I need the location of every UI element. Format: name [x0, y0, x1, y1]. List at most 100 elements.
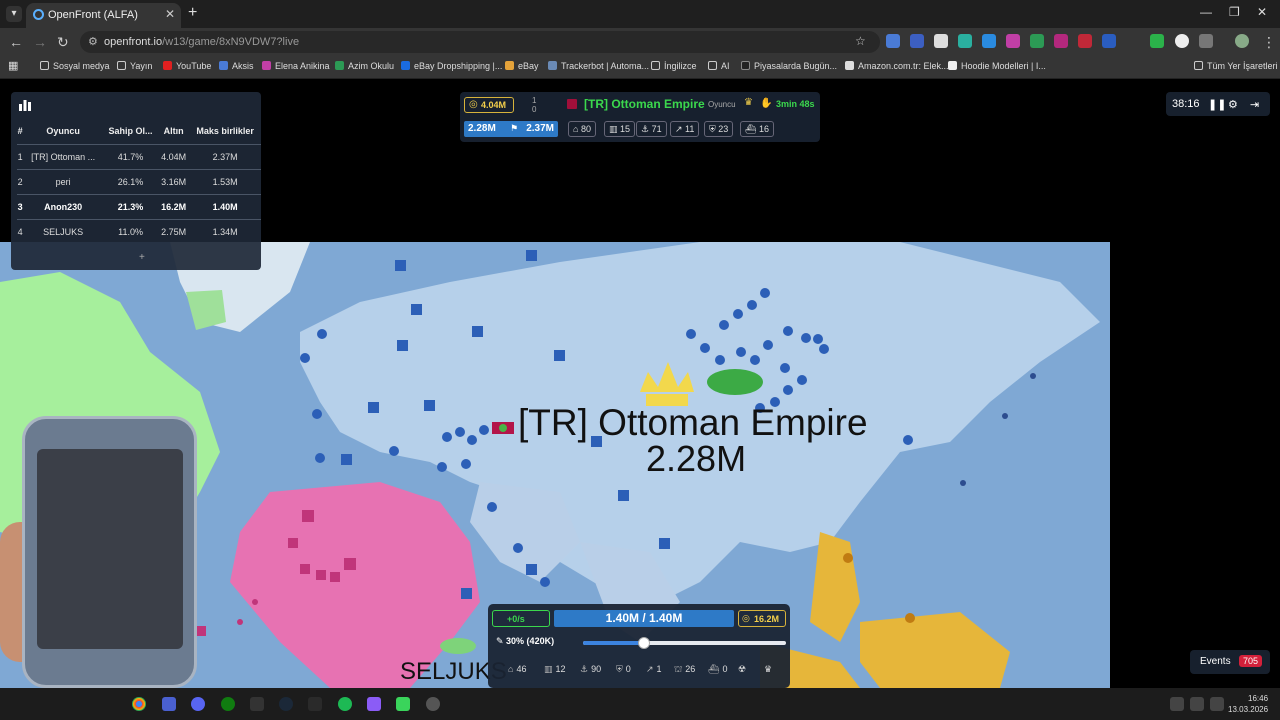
minimize-icon[interactable]: —: [1200, 5, 1212, 19]
table-row[interactable]: 3 Anon230 21.3% 16.2M 1.40M: [17, 193, 261, 219]
bookmark-item[interactable]: YouTube: [163, 61, 211, 71]
bookmark-item[interactable]: Hoodie Modelleri | I...: [948, 61, 1046, 71]
build-port[interactable]: ⚓ 90: [580, 664, 601, 675]
bookmark-item[interactable]: Piyasalarda Bugün...: [741, 61, 837, 71]
app-icon[interactable]: [308, 697, 322, 711]
build-city[interactable]: ⌂ 46: [508, 664, 526, 674]
bookmark-item[interactable]: eBay: [505, 61, 539, 71]
volume-icon[interactable]: [1210, 697, 1224, 711]
obs-icon[interactable]: [426, 697, 440, 711]
back-icon[interactable]: ←: [9, 34, 23, 50]
tab-strip: ▾ OpenFront (ALFA) ✕ + — ❐ ✕: [0, 0, 1280, 28]
app-icon[interactable]: [162, 697, 176, 711]
extension-icon[interactable]: [1102, 34, 1116, 48]
attack-ratio-slider[interactable]: [583, 637, 786, 649]
col-owned[interactable]: Sahip Ol...: [103, 118, 158, 144]
extension-icon[interactable]: [910, 34, 924, 48]
close-window-icon[interactable]: ✕: [1257, 5, 1267, 19]
bookmark-item[interactable]: Sosyal medya: [40, 61, 110, 71]
nuke-icon[interactable]: ☢: [738, 664, 746, 675]
site-info-icon[interactable]: ⚙: [88, 35, 98, 48]
build-warship[interactable]: ⛴ 0: [708, 664, 727, 675]
bookmark-item[interactable]: Amazon.com.tr: Elek...: [845, 61, 949, 71]
extensions-menu-icon[interactable]: [1199, 34, 1213, 48]
browser-menu-icon[interactable]: ⋮: [1262, 34, 1276, 51]
extension-icon[interactable]: [1006, 34, 1020, 48]
xbox-icon[interactable]: [221, 697, 235, 711]
extension-icon[interactable]: [982, 34, 996, 48]
bar-chart-icon[interactable]: [18, 98, 32, 112]
system-clock[interactable]: 16:46 13.03.2026: [1228, 693, 1268, 715]
url-path: /w13/game/8xN9VDW7?live: [162, 36, 300, 48]
bookmark-item[interactable]: Trackerbot | Automa...: [548, 61, 649, 71]
bookmark-item[interactable]: AI: [708, 61, 730, 71]
spotify-icon[interactable]: [338, 697, 352, 711]
attack-ratio-value: 30% (420K): [506, 636, 555, 646]
tab-openfront[interactable]: OpenFront (ALFA) ✕: [26, 3, 181, 28]
col-gold[interactable]: Altın: [158, 118, 189, 144]
extension-icon[interactable]: [1078, 34, 1092, 48]
display-icon[interactable]: [1190, 697, 1204, 711]
col-max-troops[interactable]: Maks birlikler: [189, 118, 261, 144]
bookmark-item[interactable]: Yayın: [117, 61, 152, 71]
build-factory[interactable]: ▥ 12: [544, 664, 566, 675]
extension-icon[interactable]: [1030, 34, 1044, 48]
troops-icon: ⚑: [510, 123, 519, 133]
max-cell: 1.40M: [189, 193, 261, 219]
extension-icon[interactable]: [886, 34, 900, 48]
app-icon[interactable]: [396, 697, 410, 711]
epic-games-icon[interactable]: [250, 697, 264, 711]
table-row[interactable]: 2 peri 26.1% 3.16M 1.53M: [17, 168, 261, 194]
rank-top: 1: [532, 96, 537, 105]
control-bar: +0/s 1.40M / 1.40M 16.2M ✎ 30% (420K) ⌂4…: [488, 604, 790, 688]
discord-icon[interactable]: [191, 697, 205, 711]
build-missile-silo[interactable]: ↗ 1: [646, 664, 662, 675]
events-button[interactable]: Events 705: [1190, 650, 1270, 674]
close-tab-icon[interactable]: ✕: [165, 7, 175, 21]
build-sam[interactable]: ⛫ 26: [674, 664, 695, 676]
extension-icon[interactable]: [1150, 34, 1164, 48]
expand-leaderboard-button[interactable]: +: [139, 252, 145, 263]
chrome-icon[interactable]: [132, 697, 146, 711]
missile-stat: ↗ 11: [670, 121, 700, 137]
restore-icon[interactable]: ❐: [1229, 5, 1240, 19]
extension-icon[interactable]: [934, 34, 948, 48]
build-defense[interactable]: ⛨ 0: [616, 664, 631, 675]
reload-icon[interactable]: ↻: [57, 34, 69, 51]
steam-icon[interactable]: [279, 697, 293, 711]
extension-icon[interactable]: [958, 34, 972, 48]
bookmark-star-icon[interactable]: ☆: [855, 34, 866, 48]
table-row[interactable]: 1 [TR] Ottoman ... 41.7% 4.04M 2.37M: [17, 143, 261, 169]
pause-icon[interactable]: ❚❚: [1208, 98, 1226, 111]
slider-knob[interactable]: [637, 637, 650, 649]
address-bar[interactable]: ⚙ openfront.io/w13/game/8xN9VDW7?live: [80, 31, 880, 53]
player-flag-icon: [567, 99, 577, 109]
mic-icon[interactable]: [1170, 697, 1184, 711]
bookmark-item[interactable]: eBay Dropshipping |...: [401, 61, 502, 71]
new-tab-button[interactable]: +: [188, 4, 197, 22]
bookmark-item[interactable]: İngilizce: [651, 61, 697, 71]
gold-badge: 4.04M: [464, 97, 514, 113]
max-cell: 2.37M: [189, 143, 261, 169]
app-icon[interactable]: [367, 697, 381, 711]
bookmark-item[interactable]: Aksis: [219, 61, 254, 71]
extension-icon[interactable]: [1175, 34, 1189, 48]
bookmark-item[interactable]: Elena Anikina: [262, 61, 330, 71]
exit-icon[interactable]: ⇥: [1250, 98, 1259, 111]
table-row[interactable]: 4 SELJUKS 11.0% 2.75M 1.34M: [17, 218, 261, 244]
profile-avatar[interactable]: [1235, 34, 1249, 48]
forward-icon[interactable]: →: [33, 34, 47, 50]
apps-icon[interactable]: ▦: [8, 59, 18, 72]
player-type: Oyuncu: [708, 100, 736, 109]
col-player[interactable]: Oyuncu: [23, 118, 103, 144]
leaderboard-table: # Oyuncu Sahip Ol... Altın Maks birlikle…: [17, 118, 261, 244]
tab-search-button[interactable]: ▾: [6, 6, 22, 22]
settings-gear-icon[interactable]: ⚙: [1228, 98, 1238, 111]
extension-icon[interactable]: [1054, 34, 1068, 48]
trophy-icon[interactable]: ♛: [764, 664, 772, 675]
bookmark-item[interactable]: Tüm Yer İşaretleri: [1194, 61, 1278, 71]
gold-cell: 16.2M: [158, 193, 190, 219]
troops-value: 2.28M: [468, 123, 496, 134]
city-stat: ⌂ 80: [568, 121, 596, 137]
bookmark-item[interactable]: Azim Okulu: [335, 61, 394, 71]
